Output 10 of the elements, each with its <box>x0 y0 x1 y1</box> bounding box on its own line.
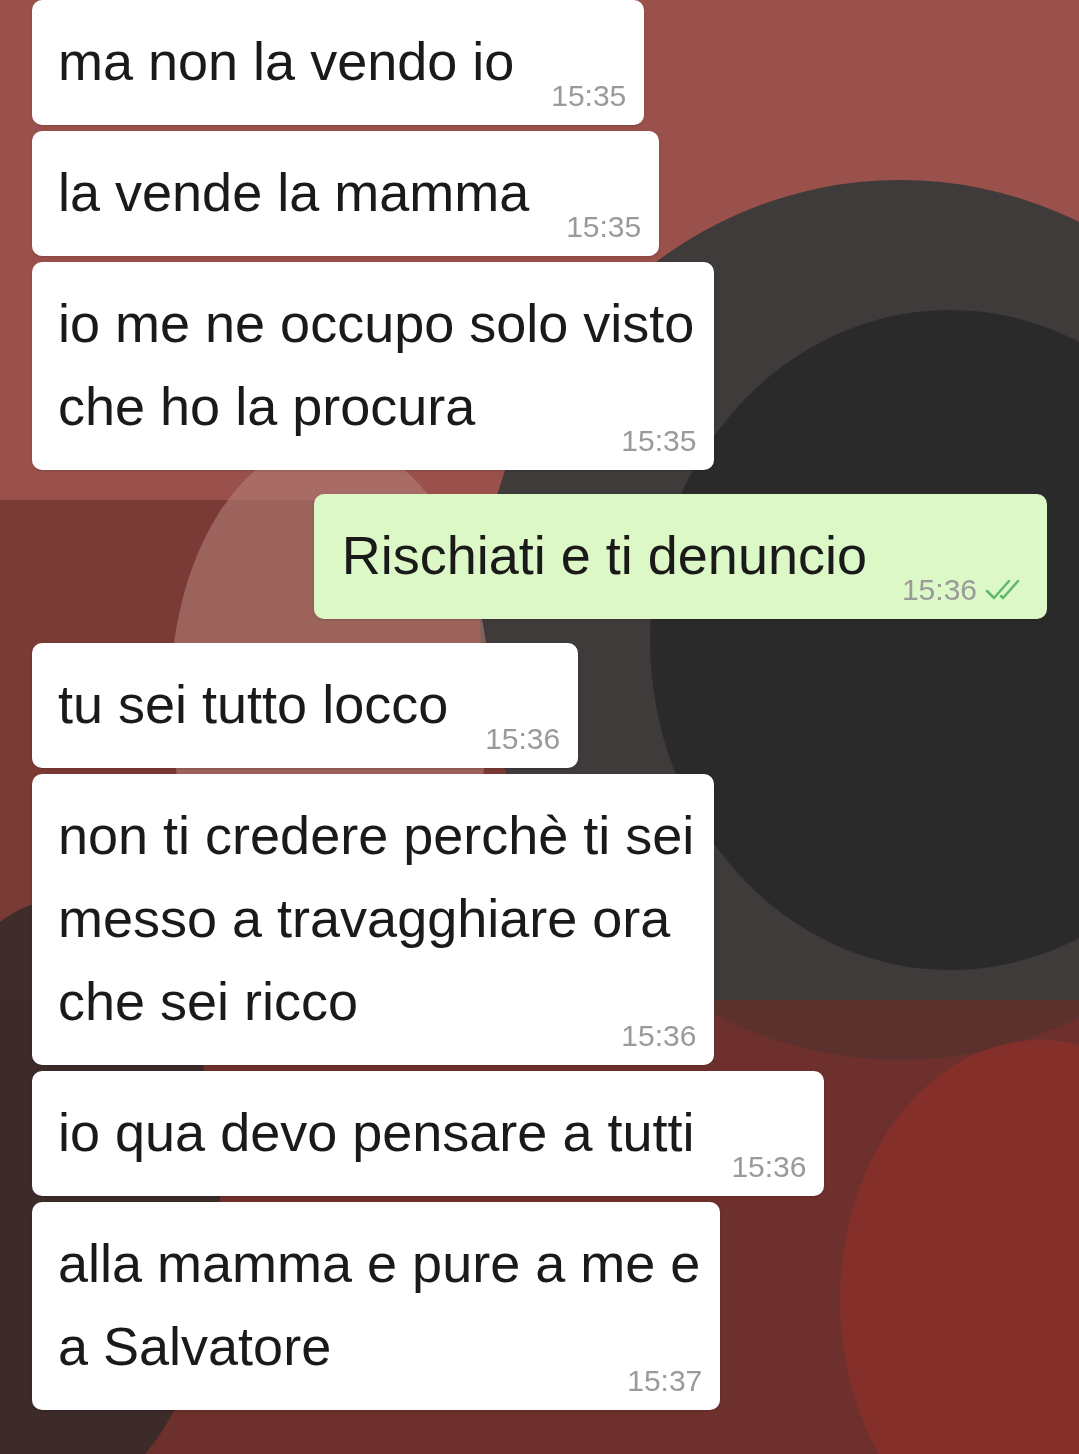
message-time: 15:36 <box>731 1150 807 1184</box>
message-text: io qua devo pensare a tutti <box>58 1102 695 1162</box>
message-time: 15:35 <box>566 210 642 244</box>
message-text: la vende la mamma <box>58 162 530 222</box>
message-text: ma non la vendo io <box>58 31 515 91</box>
message-time: 15:36 <box>485 722 561 756</box>
message-time: 15:35 <box>551 79 627 113</box>
message-text: tu sei tutto locco <box>58 674 449 734</box>
message-text: Rischiati e ti denuncio <box>341 525 867 585</box>
message-time: 15:36 <box>901 573 977 607</box>
